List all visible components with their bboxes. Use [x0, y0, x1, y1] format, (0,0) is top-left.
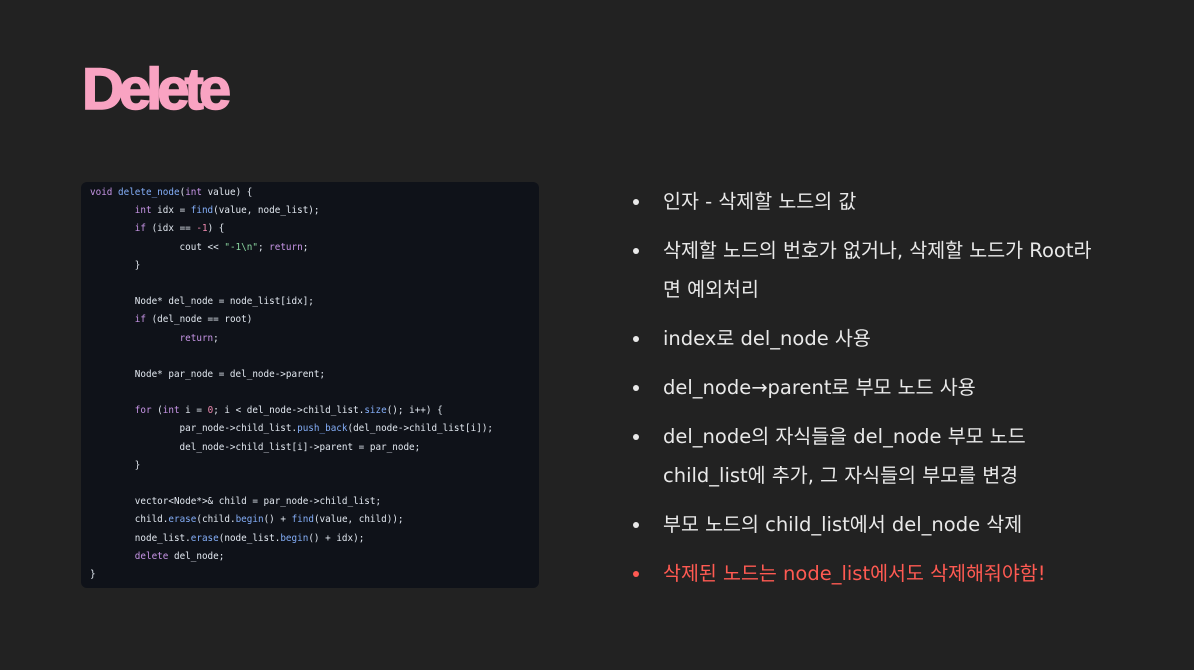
bullet-dot-icon: [633, 385, 639, 391]
bullet-list: 인자 - 삭제할 노드의 값삭제할 노드의 번호가 없거나, 삭제할 노드가 R…: [630, 182, 1150, 603]
code-line: ​: [90, 384, 539, 402]
code-line: }: [90, 568, 96, 580]
bullet-dot-icon: [633, 199, 639, 205]
bullet-item: 부모 노드의 child_list에서 del_node 삭제: [630, 505, 1150, 544]
bullet-item: del_node→parent로 부모 노드 사용: [630, 368, 1150, 407]
code-line: vector<Node*>& child = par_node->child_l…: [90, 496, 382, 508]
code-line: return;: [179, 332, 219, 344]
bullet-text: 인자 - 삭제할 노드의 값: [663, 190, 857, 213]
code-line: ​: [90, 275, 539, 293]
bullet-text: 삭제된 노드는 node_list에서도 삭제해줘야함!: [663, 562, 1046, 585]
bullet-text: 부모 노드의 child_list에서 del_node 삭제: [663, 513, 1023, 536]
code-line: Node* del_node = node_list[idx];: [90, 296, 314, 308]
bullet-dot-icon: [633, 571, 639, 577]
code-line: node_list.erase(node_list.begin() + idx)…: [90, 532, 365, 544]
bullet-item: 인자 - 삭제할 노드의 값: [630, 182, 1150, 221]
bullet-dot-icon: [633, 434, 639, 440]
bullet-item-warning: 삭제된 노드는 node_list에서도 삭제해줘야함!: [630, 554, 1150, 593]
code-line: }: [90, 459, 141, 471]
bullet-text: del_node→parent로 부모 노드 사용: [663, 376, 976, 399]
code-line: int idx = find(value, node_list);: [134, 205, 320, 217]
code-line: ​: [90, 475, 539, 493]
code-line: del_node->child_list[i]->parent = par_no…: [90, 441, 421, 453]
bullet-dot-icon: [633, 522, 639, 528]
slide-title: Delete: [81, 56, 232, 123]
code-line: if (del_node == root): [134, 314, 253, 326]
code-line: ​: [90, 348, 539, 366]
bullet-text: 삭제할 노드의 번호가 없거나, 삭제할 노드가 Root라 면 예외처리: [663, 239, 1092, 301]
code-line: par_node->child_list.push_back(del_node-…: [90, 423, 494, 435]
code-line: child.erase(child.begin() + find(value, …: [90, 514, 404, 526]
code-block: void delete_node(int value) { int idx = …: [81, 182, 539, 588]
code-line: cout << "-1\n"; return;: [90, 241, 309, 253]
code-line: for (int i = 0; i < del_node->child_list…: [134, 405, 443, 417]
code-line: Node* par_node = del_node->parent;: [90, 368, 326, 380]
bullet-dot-icon: [633, 336, 639, 342]
code-line: if (idx == -1) {: [134, 223, 225, 235]
bullet-item: del_node의 자식들을 del_node 부모 노드 child_list에…: [630, 417, 1150, 495]
bullet-item: index로 del_node 사용: [630, 319, 1150, 358]
bullet-dot-icon: [633, 248, 639, 254]
code-line: void delete_node(int value) {: [90, 187, 253, 198]
bullet-text: del_node의 자식들을 del_node 부모 노드 child_list에…: [663, 425, 1026, 487]
bullet-item: 삭제할 노드의 번호가 없거나, 삭제할 노드가 Root라 면 예외처리: [630, 231, 1150, 309]
code-line: }: [90, 259, 141, 271]
code-line: delete del_node;: [134, 550, 225, 562]
bullet-text: index로 del_node 사용: [663, 327, 871, 350]
